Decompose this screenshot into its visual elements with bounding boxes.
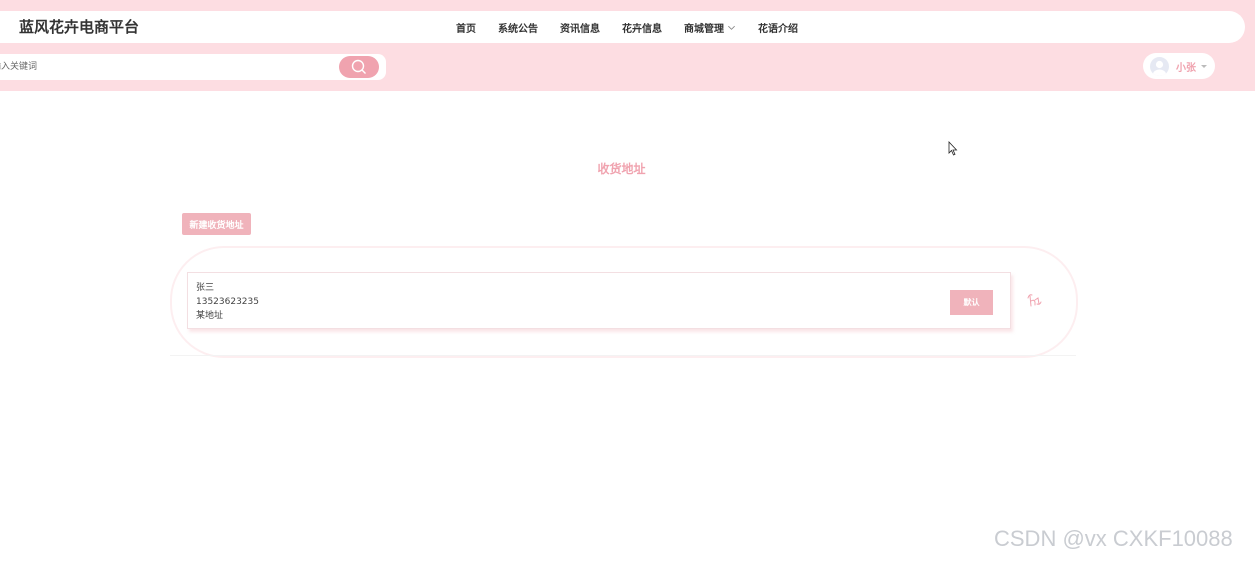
nav-label: 资讯信息: [560, 23, 600, 35]
mouse-pointer-icon: [948, 141, 958, 156]
page-title: 收货地址: [597, 162, 646, 176]
user-menu[interactable]: 小张: [1143, 53, 1215, 79]
recipient-name: 张三: [196, 283, 215, 293]
nav-label: 花语介绍: [758, 23, 798, 35]
nav-label: 系统公告: [498, 23, 538, 35]
recipient-address: 某地址: [196, 311, 224, 321]
site-title: 蓝风花卉电商平台: [19, 18, 140, 36]
edit-icon[interactable]: [1025, 292, 1043, 310]
search-box: [0, 54, 386, 80]
chevron-down-icon: [728, 25, 735, 30]
nav-label: 首页: [456, 23, 476, 35]
divider: [170, 355, 1076, 356]
avatar-icon: [1150, 56, 1169, 76]
nav-news[interactable]: 资讯信息: [560, 20, 600, 35]
nav-shop-management[interactable]: 商城管理: [684, 20, 736, 35]
nav-flowers[interactable]: 花卉信息: [622, 20, 662, 35]
main-nav: 首页 系统公告 资讯信息 花卉信息 商城管理 花语介绍: [456, 11, 820, 43]
recipient-phone: 13523623235: [196, 297, 259, 307]
search-icon: [351, 59, 366, 74]
search-input[interactable]: [0, 54, 330, 80]
set-default-button[interactable]: 默认: [950, 290, 993, 315]
caret-down-icon: [1201, 64, 1207, 68]
nav-flower-language[interactable]: 花语介绍: [758, 20, 798, 35]
address-card[interactable]: 张三 13523623235 某地址 默认: [187, 272, 1011, 329]
nav-label: 花卉信息: [622, 23, 662, 35]
watermark: CSDN @vx CXKF10088: [994, 526, 1233, 551]
top-nav-bar: 蓝风花卉电商平台 首页 系统公告 资讯信息 花卉信息 商城管理 花语介绍: [0, 11, 1245, 43]
nav-home[interactable]: 首页: [456, 20, 476, 35]
search-button[interactable]: [339, 56, 379, 78]
new-address-button[interactable]: 新建收货地址: [182, 213, 251, 235]
user-name: 小张: [1176, 62, 1196, 74]
nav-label: 商城管理: [684, 23, 724, 35]
nav-announcements[interactable]: 系统公告: [498, 20, 538, 35]
header-band: 蓝风花卉电商平台 首页 系统公告 资讯信息 花卉信息 商城管理 花语介绍 输入关…: [0, 0, 1255, 91]
